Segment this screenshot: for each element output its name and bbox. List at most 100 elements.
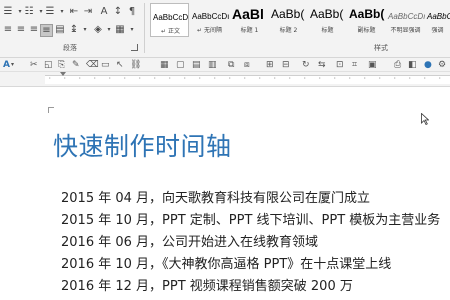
- borders-button[interactable]: ▦: [114, 24, 126, 36]
- style-name: 标题 2: [279, 27, 298, 34]
- styles-pane-icon[interactable]: ▣: [368, 59, 377, 70]
- ruler-tick: ·: [198, 75, 202, 82]
- eraser-icon[interactable]: ⌫: [86, 59, 99, 70]
- style-sample: AaBb(: [310, 7, 344, 21]
- paragraph-dialog-launcher-icon[interactable]: [131, 44, 138, 51]
- link-icon[interactable]: ⛓: [130, 59, 141, 70]
- select-icon[interactable]: ◱: [44, 59, 53, 70]
- style-subtitle[interactable]: AaBb( 副标题: [347, 3, 386, 37]
- send-backward-icon[interactable]: ⧈: [244, 59, 250, 70]
- ruler-tick: ·: [258, 75, 262, 82]
- timeline-line[interactable]: 2016 年 10 月，《大神教你高逼格 PPT》在十点课堂上线: [61, 253, 391, 272]
- increase-indent-button[interactable]: ⇥: [82, 6, 94, 18]
- show-marks-button[interactable]: ¶: [126, 6, 138, 18]
- style-heading-2[interactable]: AaBb( 标题 2: [269, 3, 308, 37]
- ruler-tick: ·: [348, 75, 352, 82]
- timeline-line[interactable]: 2016 年 12 月，PPT 视频课程销售额突破 200 万: [61, 275, 353, 294]
- style-name: ↵ 正文: [161, 28, 180, 35]
- style-no-spacing[interactable]: AaBbCcDı ↵ 无间隔: [190, 3, 229, 37]
- style-heading-1[interactable]: AaBl 标题 1: [230, 3, 269, 37]
- styles-group-label: 样式: [374, 44, 388, 52]
- align-icon[interactable]: ⊟: [282, 59, 290, 70]
- sort-button[interactable]: ↕: [112, 6, 124, 18]
- multilevel-list-button[interactable]: ☰: [44, 6, 56, 18]
- cut-icon[interactable]: ✂: [30, 59, 38, 70]
- margin-corner-mark: [48, 107, 54, 113]
- preview-icon[interactable]: ◧: [408, 59, 417, 70]
- settings-icon[interactable]: ⚙: [438, 59, 446, 70]
- font-color-dropdown-icon[interactable]: ▾: [11, 59, 14, 70]
- bring-forward-icon[interactable]: ⧉: [228, 59, 234, 70]
- copy-icon[interactable]: ⎘: [58, 59, 65, 70]
- ruler-tick: ·: [93, 75, 97, 82]
- style-emphasis[interactable]: AaBbCı 强调: [425, 3, 450, 37]
- ruler-tick: ·: [363, 75, 367, 82]
- ruler-tick: ·: [213, 75, 217, 82]
- ruler-tick: ·: [78, 75, 82, 82]
- group-icon[interactable]: ⊞: [266, 59, 274, 70]
- document-page[interactable]: 快速制作时间轴 2015 年 04 月，向天歌教育科技有限公司在厦门成立 201…: [0, 87, 450, 300]
- timeline-line[interactable]: 2015 年 04 月，向天歌教育科技有限公司在厦门成立: [61, 187, 370, 206]
- print-icon[interactable]: ⎙: [394, 59, 401, 70]
- style-normal[interactable]: AaBbCcDı ↵ 正文: [150, 3, 189, 37]
- ruler-tick: ·: [438, 75, 442, 82]
- shape-icon[interactable]: ▢: [176, 59, 185, 70]
- timeline-line[interactable]: 2016 年 06 月，公司开始进入在线教育领域: [61, 231, 318, 250]
- ruler-tick: ·: [48, 75, 52, 82]
- style-name: 标题 1: [240, 27, 259, 34]
- align-right-button[interactable]: ≡: [28, 24, 40, 36]
- rotate-icon[interactable]: ↻: [302, 59, 310, 70]
- style-sample: AaBl: [232, 6, 264, 22]
- chinese-layout-button[interactable]: A: [98, 6, 110, 18]
- columns-icon[interactable]: ▥: [208, 59, 217, 70]
- ruler-track: [45, 75, 450, 84]
- styles-gallery: AaBbCcDı ↵ 正文 AaBbCcDı ↵ 无间隔 AaBl 标题 1 A…: [150, 3, 450, 37]
- format-painter-icon[interactable]: ✎: [72, 59, 80, 70]
- ruler-tick: ·: [273, 75, 277, 82]
- timeline-line[interactable]: 2015 年 10 月，PPT 定制、PPT 线下培训、PPT 模板为主营业务: [61, 209, 440, 228]
- bullets-button[interactable]: ☰: [2, 6, 14, 18]
- table-icon[interactable]: ▤: [192, 59, 201, 70]
- horizontal-ruler[interactable]: · · · · · · · · · · · · · · · · · · · · · · · · · · ·: [0, 72, 450, 87]
- style-title[interactable]: AaBb( 标题: [308, 3, 347, 37]
- style-sample: AaBbCı: [427, 12, 450, 21]
- web-icon[interactable]: ●: [424, 59, 432, 70]
- grid-icon[interactable]: ▦: [160, 59, 169, 70]
- crop-icon[interactable]: ⌗: [352, 59, 357, 70]
- align-center-button[interactable]: ≡: [15, 24, 27, 36]
- line-spacing-dropdown-icon[interactable]: ▾: [79, 24, 91, 36]
- numbering-button[interactable]: ☷: [23, 6, 35, 18]
- ribbon: ☰ ▾ ☷ ▾ ☰ ▾ ⇤ ⇥ A ↕ ¶ ≡ ≡ ≡ ≡ ▤ ↨ ▾ ◈ ▾ …: [0, 0, 450, 58]
- style-name: 标题: [321, 27, 334, 34]
- style-name: 强调: [431, 27, 444, 34]
- flip-icon[interactable]: ⇆: [318, 59, 326, 70]
- font-color-icon[interactable]: A: [3, 59, 10, 70]
- pointer-icon[interactable]: ↖: [116, 59, 124, 70]
- ruler-tick: ·: [318, 75, 322, 82]
- justify-button[interactable]: ≡: [40, 24, 53, 37]
- style-sample: AaBbCcDı: [192, 12, 229, 21]
- group-separator: [144, 3, 145, 53]
- ruler-tick: ·: [423, 75, 427, 82]
- ruler-tick: ·: [288, 75, 292, 82]
- style-name: 副标题: [357, 27, 376, 34]
- multilevel-dropdown-icon[interactable]: ▾: [56, 6, 68, 18]
- text-box-icon[interactable]: ▭: [101, 59, 110, 70]
- wrap-icon[interactable]: ⊡: [336, 59, 344, 70]
- decrease-indent-button[interactable]: ⇤: [68, 6, 80, 18]
- ruler-tick: ·: [378, 75, 382, 82]
- style-subtle-emphasis[interactable]: AaBbCcDı 不明显强调: [386, 3, 425, 37]
- ruler-tick: ·: [408, 75, 412, 82]
- style-sample: AaBbCcDı: [153, 13, 189, 22]
- ruler-tick: ·: [303, 75, 307, 82]
- borders-dropdown-icon[interactable]: ▾: [126, 24, 138, 36]
- document-title[interactable]: 快速制作时间轴: [53, 127, 232, 163]
- ruler-tick: ·: [228, 75, 232, 82]
- ruler-tick: ·: [123, 75, 127, 82]
- ruler-tick: ·: [153, 75, 157, 82]
- align-left-button[interactable]: ≡: [2, 24, 14, 36]
- ruler-tick: ·: [333, 75, 337, 82]
- paragraph-group-label: 段落: [63, 44, 77, 52]
- ruler-tick: ·: [108, 75, 112, 82]
- distributed-button[interactable]: ▤: [54, 24, 66, 36]
